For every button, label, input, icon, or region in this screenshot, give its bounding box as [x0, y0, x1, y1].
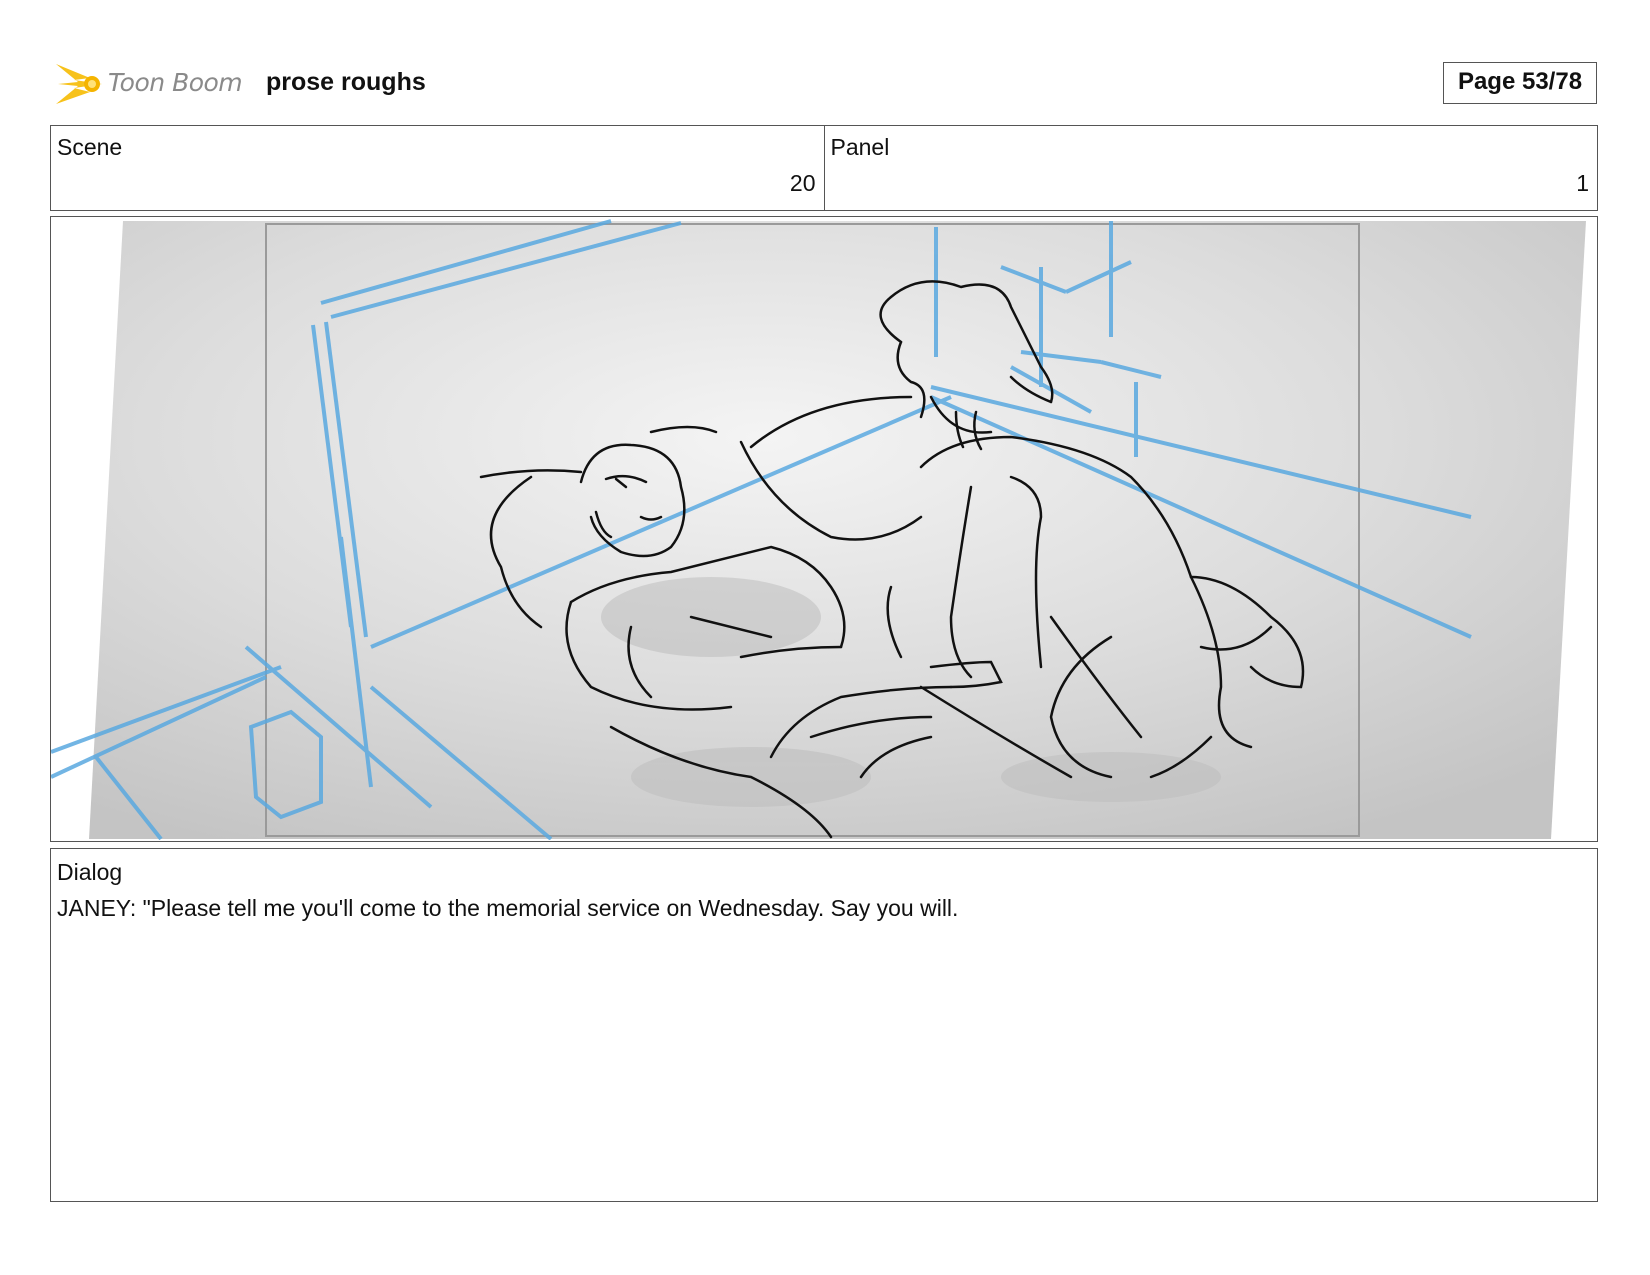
panel-value: 1	[1576, 170, 1589, 196]
scene-cell: Scene 20	[51, 126, 824, 210]
panel-cell: Panel 1	[823, 126, 1598, 210]
sketch-drawing	[51, 219, 1586, 840]
comet-icon	[56, 64, 102, 104]
dialog-text: JANEY: "Please tell me you'll come to th…	[57, 895, 959, 921]
storyboard-panel-image	[50, 216, 1598, 842]
document-title: prose roughs	[266, 68, 426, 96]
scene-panel-row: Scene 20 Panel 1	[50, 125, 1598, 211]
sketch-background	[89, 221, 1586, 839]
page-number: Page 53/78	[1443, 62, 1597, 104]
panel-label: Panel	[830, 134, 890, 160]
logo-text: Toon Boom	[108, 68, 243, 97]
scene-value: 20	[789, 170, 816, 196]
dialog-box: Dialog JANEY: "Please tell me you'll com…	[50, 848, 1598, 1202]
toon-boom-logo: Toon Boom	[52, 58, 252, 108]
scene-label: Scene	[57, 134, 123, 160]
dialog-label: Dialog	[57, 859, 123, 885]
